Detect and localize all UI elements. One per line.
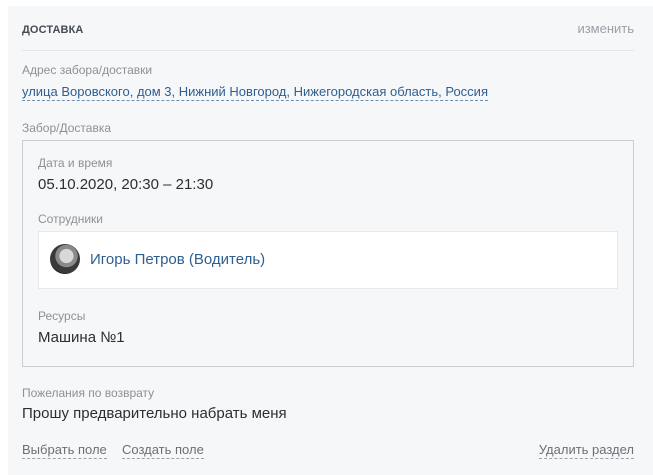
delivery-section-panel: ДОСТАВКА изменить Адрес забора/доставки … [8,6,653,475]
return-wishes-label: Пожелания по возврату [22,386,155,400]
employee-card: Игорь Петров (Водитель) [38,231,618,289]
pickup-delivery-box: Дата и время 05.10.2020, 20:30 – 21:30 С… [22,140,634,367]
datetime-label: Дата и время [38,156,113,170]
pickup-delivery-label: Забор/Доставка [22,121,112,135]
resources-label: Ресурсы [38,309,86,323]
section-header: ДОСТАВКА изменить [22,21,634,37]
edit-link[interactable]: изменить [577,21,634,37]
employees-label: Сотрудники [38,212,103,226]
user-avatar [50,244,80,274]
resources-value: Машина №1 [38,329,125,346]
create-field-link[interactable]: Создать поле [122,442,204,459]
return-wishes-value: Прошу предварительно набрать меня [22,405,287,422]
section-title: ДОСТАВКА [22,24,84,36]
header-divider [22,50,634,51]
select-field-link[interactable]: Выбрать поле [22,442,107,459]
address-label: Адрес забора/доставки [22,63,153,77]
delete-section-link[interactable]: Удалить раздел [538,442,634,459]
datetime-value: 05.10.2020, 20:30 – 21:30 [38,176,214,193]
address-link[interactable]: улица Воровского, дом 3, Нижний Новгород… [22,84,488,101]
employee-name-link[interactable]: Игорь Петров (Водитель) [90,251,265,269]
